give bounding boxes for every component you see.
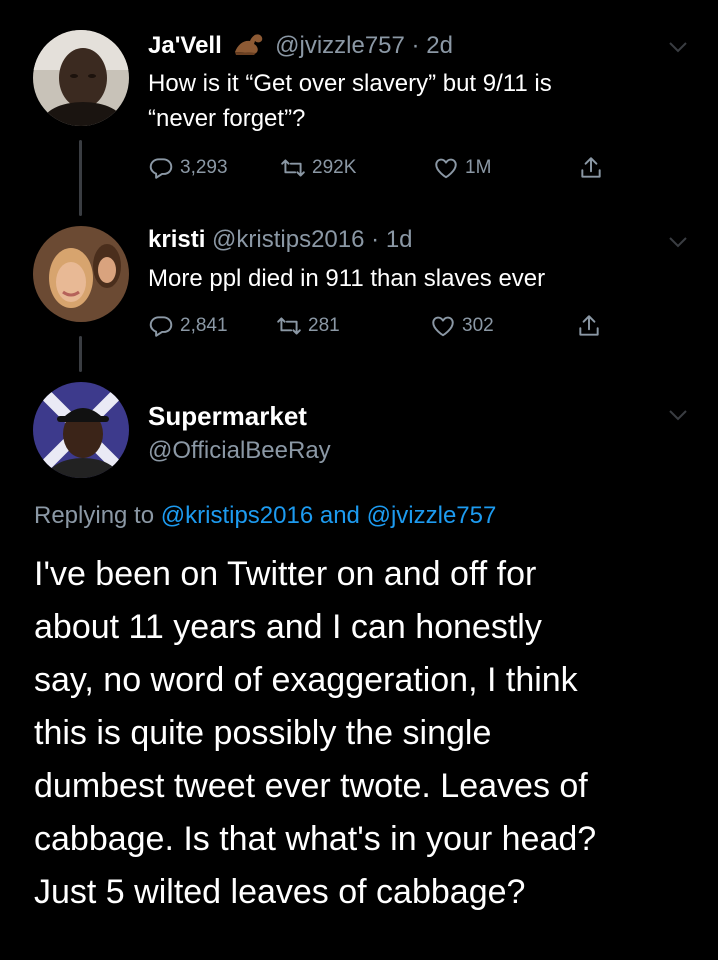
tweet-1-header: Ja'Vell @jvizzle757 · 2d	[148, 30, 453, 64]
replying-and: and	[319, 502, 360, 529]
avatar-kristi[interactable]	[33, 226, 129, 322]
tweet-1-actions: 3,293 292K 1M	[148, 153, 618, 183]
tweet-1-menu-chevron-icon[interactable]	[666, 35, 690, 59]
tweet-2-reply-count: 2,841	[180, 315, 228, 336]
main-tweet-text-line-1: I've been on Twitter on and off for	[34, 555, 537, 593]
tweet-2-like-count: 302	[462, 315, 494, 336]
tweet-1-name[interactable]: Ja'Vell	[148, 32, 222, 59]
thread-connector-1	[79, 140, 82, 216]
heart-icon	[435, 158, 457, 179]
tweet-2-handle[interactable]: @kristips2016	[212, 226, 364, 253]
avatar-supermarket[interactable]	[33, 382, 129, 478]
tweet-2-separator: ·	[371, 226, 380, 253]
main-tweet-text-line-7: Just 5 wilted leaves of cabbage?	[34, 873, 526, 911]
tweet-2-text-line-1: More ppl died in 911 than slaves ever	[148, 265, 546, 292]
tweet-1-reply-count: 3,293	[180, 157, 228, 178]
tweet-1-like-button[interactable]: 1M	[433, 153, 491, 183]
main-tweet-text-line-3: say, no word of exaggeration, I think	[34, 661, 578, 699]
retweet-icon	[277, 317, 301, 335]
tweet-1-time[interactable]: 2d	[426, 32, 453, 59]
tweet-1-text-line-2: “never forget”?	[148, 105, 306, 132]
tweet-2-like-button[interactable]: 302	[430, 311, 494, 341]
main-tweet-text: I've been on Twitter on and off for abou…	[34, 548, 694, 919]
tweet-2-retweet-button[interactable]: 281	[276, 311, 340, 341]
tweet-1-text: How is it “Get over slavery” but 9/11 is…	[148, 66, 668, 136]
tweet-1-retweet-button[interactable]: 292K	[280, 153, 356, 183]
tweet-2-reply-button[interactable]: 2,841	[148, 311, 228, 341]
tweet-1-reply-button[interactable]: 3,293	[148, 153, 228, 183]
tweet-2-menu-chevron-icon[interactable]	[666, 230, 690, 254]
share-icon	[581, 157, 601, 178]
main-tweet-name[interactable]: Supermarket	[148, 401, 307, 431]
tweet-1-like-count: 1M	[465, 157, 492, 178]
replying-user-kristi-link[interactable]: @kristips2016	[161, 502, 313, 529]
twitter-thread-screenshot: Ja'Vell @jvizzle757 · 2d How is it “Get …	[0, 0, 718, 960]
main-tweet-text-line-5: dumbest tweet ever twote. Leaves of	[34, 767, 588, 805]
tweet-1-text-line-1: How is it “Get over slavery” but 9/11 is	[148, 70, 552, 97]
tweet-2-actions: 2,841 281 302	[148, 311, 618, 341]
replying-to-line: Replying to @kristips2016 and @jvizzle75…	[34, 501, 496, 531]
tweet-2-text: More ppl died in 911 than slaves ever	[148, 261, 708, 296]
tweet-1-share-button[interactable]	[578, 153, 604, 183]
tweet-1-separator: ·	[411, 32, 420, 59]
muscle-arm-emoji-icon	[232, 30, 268, 64]
reply-icon	[149, 158, 173, 179]
tweet-1-retweet-count: 292K	[312, 157, 357, 178]
tweet-2-share-button[interactable]	[576, 311, 602, 341]
reply-icon	[149, 316, 173, 337]
heart-icon	[432, 316, 454, 337]
tweet-2-retweet-count: 281	[308, 315, 340, 336]
main-tweet-text-line-6: cabbage. Is that what's in your head?	[34, 820, 597, 858]
main-tweet-menu-chevron-icon[interactable]	[666, 403, 690, 427]
share-icon	[579, 315, 599, 336]
retweet-icon	[281, 159, 305, 177]
avatar-javell[interactable]	[33, 30, 129, 126]
main-tweet-text-line-4: this is quite possibly the single	[34, 714, 492, 752]
tweet-1-handle[interactable]: @jvizzle757	[275, 32, 405, 59]
replying-user-jvizzle-link[interactable]: @jvizzle757	[367, 502, 497, 529]
thread-connector-2	[79, 336, 82, 372]
main-tweet-handle[interactable]: @OfficialBeeRay	[148, 436, 331, 466]
tweet-2-time[interactable]: 1d	[386, 226, 413, 253]
replying-prefix: Replying to	[34, 502, 155, 529]
tweet-2-header: kristi @kristips2016 · 1d	[148, 225, 413, 255]
main-tweet-text-line-2: about 11 years and I can honestly	[34, 608, 542, 646]
tweet-2-name[interactable]: kristi	[148, 226, 205, 253]
